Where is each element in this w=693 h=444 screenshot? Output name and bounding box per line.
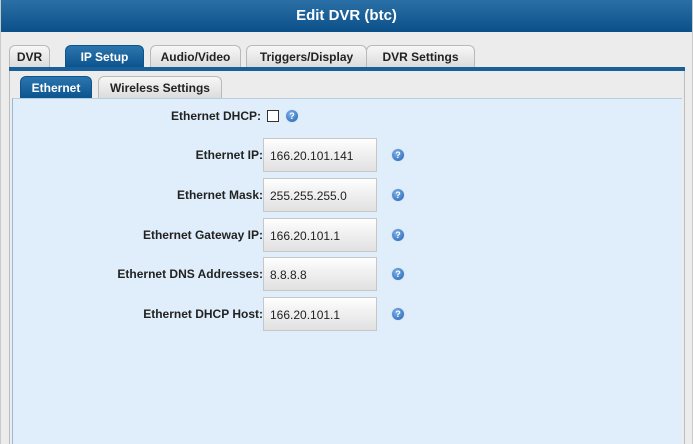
help-icon[interactable]: ? <box>392 229 404 241</box>
form-row-dns: Ethernet DNS Addresses: 8.8.8.8 ? <box>13 257 683 291</box>
subtab-ethernet[interactable]: Ethernet <box>20 76 92 98</box>
help-icon[interactable]: ? <box>392 149 404 161</box>
edit-dvr-dialog: Edit DVR (btc) DVR IP Setup Audio/Video … <box>0 0 693 444</box>
dhcp-host-input[interactable]: 166.20.101.1 <box>263 297 377 331</box>
form-row-ip: Ethernet IP: 166.20.101.141 ? <box>13 138 683 172</box>
mask-label: Ethernet Mask: <box>176 188 263 202</box>
ip-input[interactable]: 166.20.101.141 <box>263 138 377 172</box>
tab-dvr[interactable]: DVR <box>9 45 50 67</box>
gateway-input[interactable]: 166.20.101.1 <box>263 218 377 252</box>
help-icon[interactable]: ? <box>392 308 404 320</box>
ethernet-form: Ethernet DHCP: ? Ethernet IP: 166.20.101… <box>12 98 682 444</box>
dns-input[interactable]: 8.8.8.8 <box>263 257 377 291</box>
help-icon[interactable]: ? <box>392 268 404 280</box>
dhcp-checkbox[interactable] <box>267 110 279 122</box>
help-icon[interactable]: ? <box>286 110 298 122</box>
tab-triggers-display[interactable]: Triggers/Display <box>246 45 367 67</box>
subtab-wireless-settings[interactable]: Wireless Settings <box>98 76 222 98</box>
help-icon[interactable]: ? <box>392 189 404 201</box>
gateway-label: Ethernet Gateway IP: <box>142 228 263 242</box>
form-row-dhcp: Ethernet DHCP: ? <box>13 99 683 133</box>
dialog-title: Edit DVR (btc) <box>1 0 692 32</box>
mask-input[interactable]: 255.255.255.0 <box>263 178 377 212</box>
ip-setup-panel: Ethernet Wireless Settings Ethernet DHCP… <box>9 71 685 444</box>
dhcp-host-label: Ethernet DHCP Host: <box>143 307 263 321</box>
form-row-gateway: Ethernet Gateway IP: 166.20.101.1 ? <box>13 218 683 252</box>
ip-label: Ethernet IP: <box>195 148 263 162</box>
dhcp-label: Ethernet DHCP: <box>170 109 261 123</box>
form-row-mask: Ethernet Mask: 255.255.255.0 ? <box>13 178 683 212</box>
tab-dvr-settings[interactable]: DVR Settings <box>366 45 475 67</box>
tab-audio-video[interactable]: Audio/Video <box>150 45 241 67</box>
dialog-body: DVR IP Setup Audio/Video Triggers/Displa… <box>1 32 692 444</box>
tab-ip-setup[interactable]: IP Setup <box>65 45 144 67</box>
dns-label: Ethernet DNS Addresses: <box>117 267 263 281</box>
form-row-dhcp-host: Ethernet DHCP Host: 166.20.101.1 ? <box>13 297 683 331</box>
